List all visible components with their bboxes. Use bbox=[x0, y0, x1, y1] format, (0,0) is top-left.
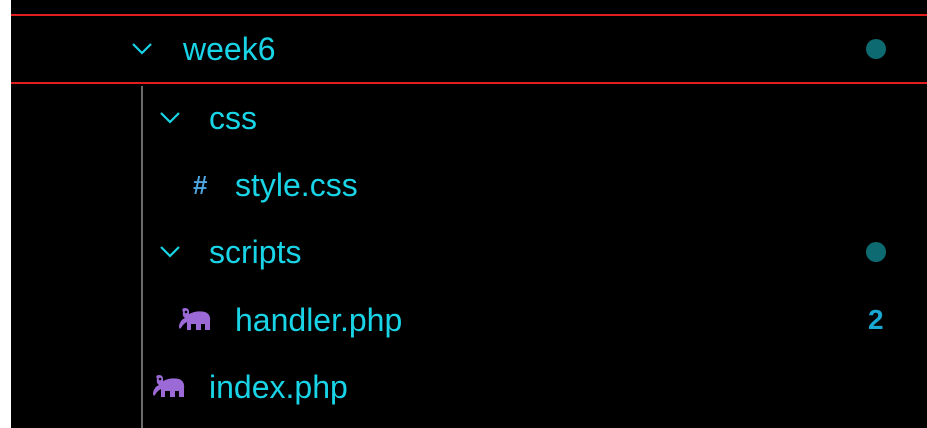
php-elephant-icon bbox=[179, 308, 211, 330]
chevron-down-icon bbox=[160, 112, 180, 124]
focus-border-top bbox=[11, 14, 927, 16]
tree-item-style-css[interactable]: # style.css bbox=[11, 155, 927, 215]
file-label: handler.php bbox=[235, 302, 403, 338]
folder-label: week6 bbox=[183, 31, 276, 67]
focus-border-bottom bbox=[11, 82, 927, 84]
file-label: index.php bbox=[209, 369, 348, 405]
chevron-down-icon bbox=[160, 246, 180, 258]
php-elephant-icon bbox=[153, 375, 185, 397]
tree-item-scripts[interactable]: scripts bbox=[11, 222, 927, 282]
tree-item-handler-php[interactable]: handler.php 2 bbox=[11, 290, 927, 350]
folder-label: scripts bbox=[209, 234, 302, 270]
chevron-down-icon bbox=[132, 43, 152, 55]
hash-icon: # bbox=[193, 170, 208, 200]
tree-item-index-php[interactable]: index.php bbox=[11, 357, 927, 417]
modified-dot bbox=[866, 39, 886, 59]
problem-count-badge: 2 bbox=[868, 304, 884, 335]
tree-item-week6[interactable]: week6 bbox=[11, 18, 927, 80]
modified-dot bbox=[866, 242, 886, 262]
tree-item-css[interactable]: css bbox=[11, 88, 927, 148]
folder-label: css bbox=[209, 100, 257, 136]
file-label: style.css bbox=[235, 167, 358, 203]
file-explorer: week6 css # style.css scripts handler.ph… bbox=[11, 0, 927, 428]
